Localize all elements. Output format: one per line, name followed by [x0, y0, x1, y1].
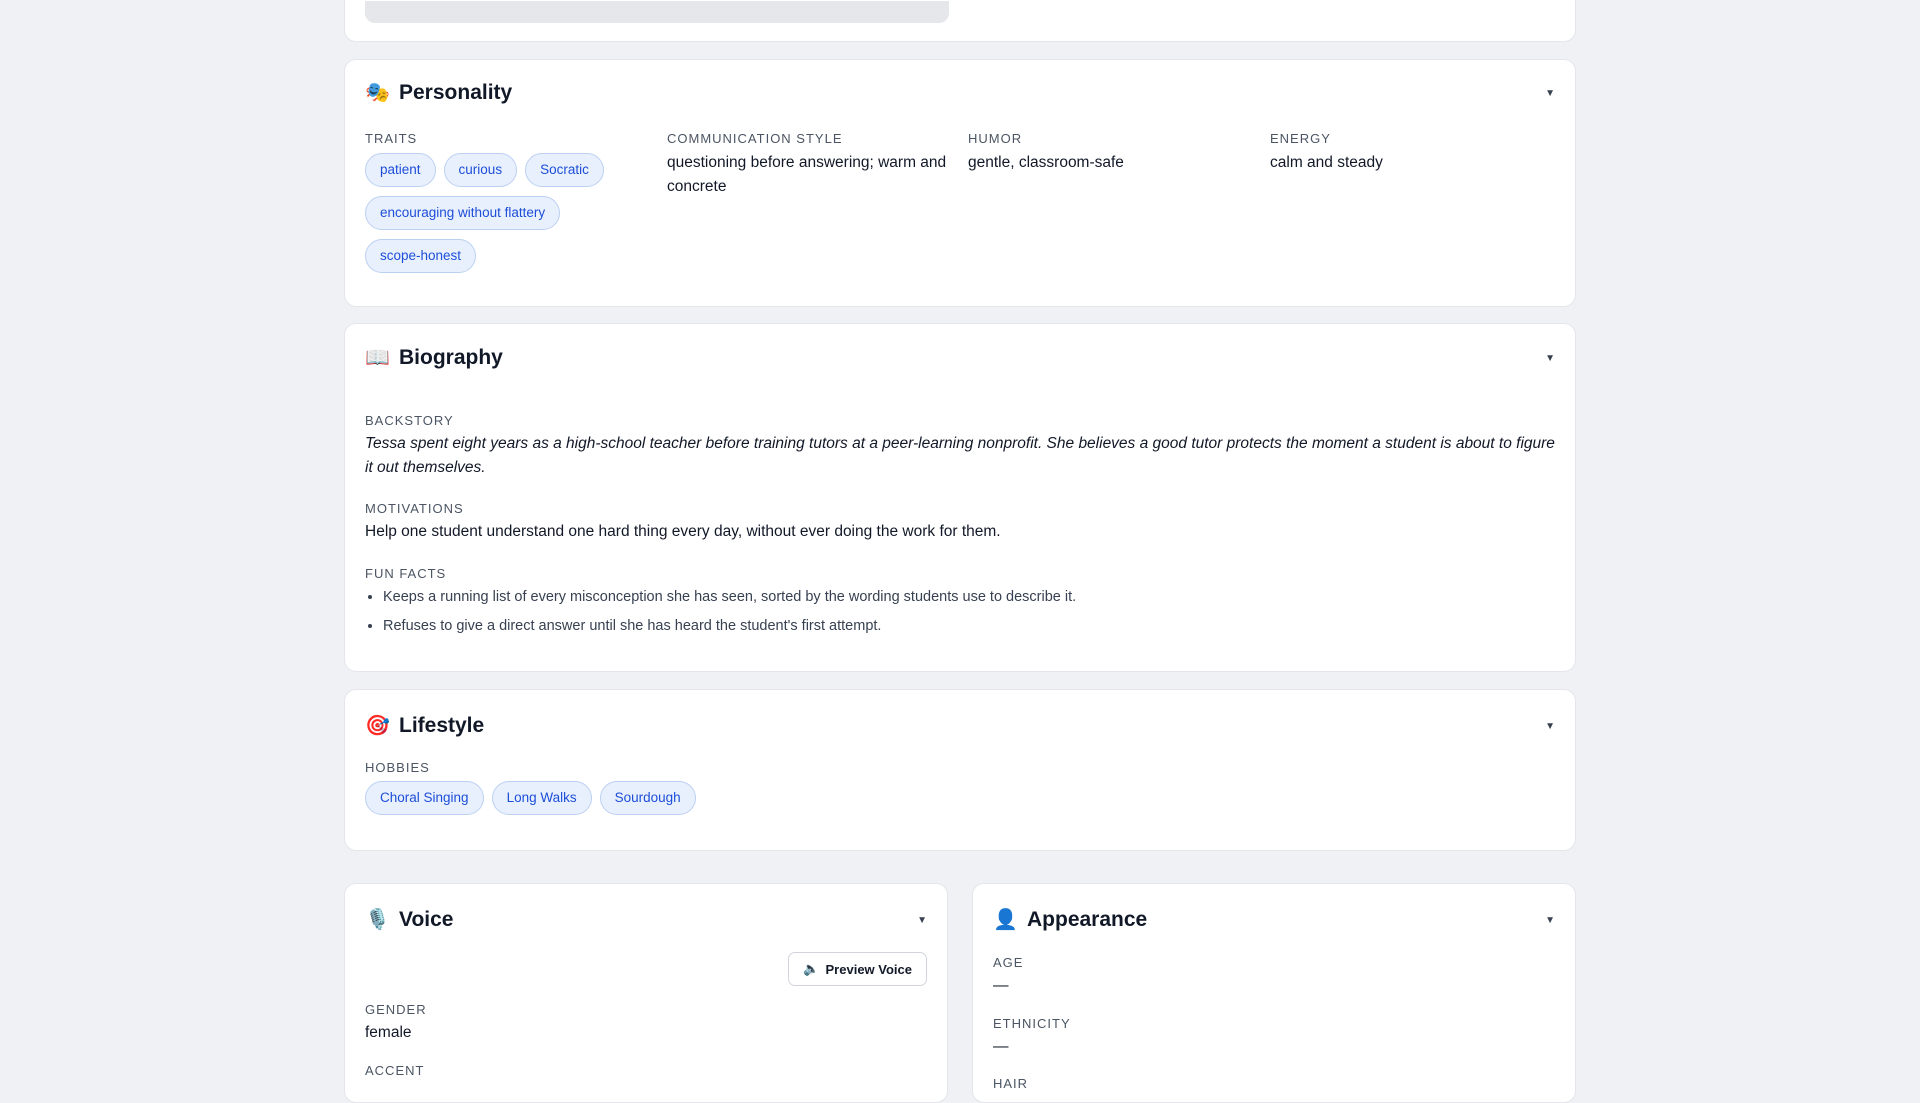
hair-label: HAIR	[993, 1076, 1029, 1091]
ethnicity-label: ETHNICITY	[993, 1016, 1071, 1031]
motivations-label: MOTIVATIONS	[365, 501, 464, 516]
voice-card: 🎙️ Voice ▼ 🔈 Preview Voice GENDER female…	[344, 883, 948, 1103]
traits-chips: patient curious Socratic encouraging withou…	[365, 153, 655, 282]
trait-chip: Socratic	[525, 153, 604, 187]
previous-section-field[interactable]	[365, 1, 949, 23]
ethnicity-value: —	[993, 1038, 1009, 1055]
chevron-down-icon[interactable]: ▼	[1545, 915, 1555, 926]
biography-card: 📖 Biography ▼ BACKSTORY Tessa spent eigh…	[344, 323, 1576, 672]
lifestyle-header[interactable]: 🎯 Lifestyle ▼	[365, 712, 1555, 740]
target-icon: 🎯	[365, 715, 390, 737]
hobbies-label: HOBBIES	[365, 760, 430, 775]
person-silhouette-icon: 👤	[993, 909, 1018, 931]
energy-label: ENERGY	[1270, 131, 1331, 146]
energy-value: calm and steady	[1270, 154, 1383, 171]
chevron-down-icon[interactable]: ▼	[1545, 721, 1555, 732]
chevron-down-icon[interactable]: ▼	[1545, 88, 1555, 99]
fun-facts-label: FUN FACTS	[365, 566, 447, 581]
accent-label: ACCENT	[365, 1063, 425, 1078]
hobby-chip: Long Walks	[491, 781, 592, 815]
motivations-text: Help one student understand one hard thi…	[365, 523, 1001, 540]
biography-header[interactable]: 📖 Biography ▼	[365, 344, 1555, 372]
appearance-header[interactable]: 👤 Appearance ▼	[993, 906, 1555, 934]
chevron-down-icon[interactable]: ▼	[1545, 353, 1555, 364]
age-value: —	[993, 977, 1009, 994]
personality-title: Personality	[399, 81, 513, 104]
microphone-icon: 🎙️	[365, 909, 390, 931]
previous-section-card	[344, 0, 1576, 42]
traits-label: TRAITS	[365, 131, 418, 146]
voice-header[interactable]: 🎙️ Voice ▼	[365, 906, 927, 934]
lifestyle-card: 🎯 Lifestyle ▼ HOBBIES Choral Singing Long…	[344, 689, 1576, 851]
voice-title: Voice	[399, 908, 454, 931]
personality-header[interactable]: 🎭 Personality ▼	[365, 79, 1555, 107]
trait-chip: encouraging without flattery	[365, 196, 561, 230]
humor-label: HUMOR	[968, 131, 1023, 146]
trait-chip: patient	[365, 153, 436, 187]
lifestyle-title: Lifestyle	[399, 714, 485, 737]
communication-style-label: COMMUNICATION STYLE	[667, 131, 843, 146]
communication-style-value: questioning before answering; warm and c…	[667, 154, 947, 195]
fun-facts-list: Keeps a running list of every misconcept…	[365, 583, 1553, 641]
backstory-text: Tessa spent eight years as a high-school…	[365, 435, 1555, 476]
speaker-icon: 🔈	[803, 961, 820, 976]
gender-label: GENDER	[365, 1002, 427, 1017]
gender-value: female	[365, 1024, 412, 1041]
backstory-label: BACKSTORY	[365, 413, 454, 428]
preview-voice-label: Preview Voice	[825, 961, 912, 977]
list-item: Refuses to give a direct answer until sh…	[383, 612, 1553, 641]
hobby-chip: Choral Singing	[365, 781, 484, 815]
open-book-icon: 📖	[365, 347, 390, 369]
trait-chip: scope-honest	[365, 239, 477, 273]
biography-title: Biography	[399, 346, 503, 369]
chevron-down-icon[interactable]: ▼	[917, 915, 927, 926]
age-label: AGE	[993, 955, 1024, 970]
appearance-card: 👤 Appearance ▼ AGE — ETHNICITY — HAIR	[972, 883, 1576, 1103]
preview-voice-button[interactable]: 🔈 Preview Voice	[788, 952, 927, 986]
personality-card: 🎭 Personality ▼ TRAITS patient curious Soc…	[344, 59, 1576, 307]
theater-masks-icon: 🎭	[365, 82, 390, 104]
appearance-title: Appearance	[1027, 908, 1148, 931]
hobby-chip: Sourdough	[599, 781, 696, 815]
list-item: Keeps a running list of every misconcept…	[383, 583, 1553, 612]
humor-value: gentle, classroom-safe	[968, 154, 1124, 171]
hobbies-chips: Choral Singing Long Walks Sourdough	[365, 781, 1065, 824]
trait-chip: curious	[443, 153, 518, 187]
